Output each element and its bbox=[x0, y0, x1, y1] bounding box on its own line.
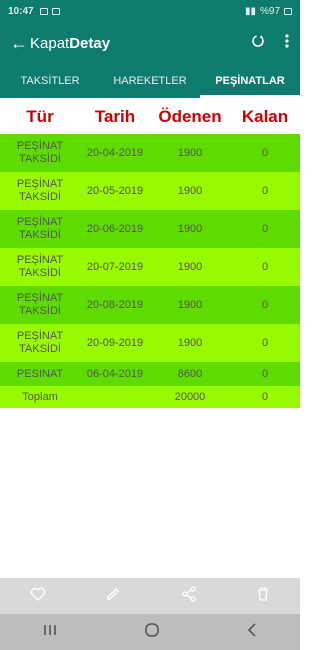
cell-odenen: 8600 bbox=[177, 367, 203, 380]
total-row: Toplam 20000 0 bbox=[0, 386, 300, 408]
cell-tarih: 20-09-2019 bbox=[86, 336, 144, 349]
cell-tur: PEŞİNAT TAKSİDİ bbox=[0, 172, 80, 210]
cell-tarih: 20-05-2019 bbox=[86, 184, 144, 197]
cell-kalan: 0 bbox=[261, 146, 269, 159]
header-tarih: Tarih bbox=[94, 106, 136, 126]
status-bar: 10:47 ▮▮ %97 bbox=[0, 0, 300, 22]
title-part-1: Kapat bbox=[30, 34, 70, 52]
cell-tur: PEŞİNAT TAKSİDİ bbox=[0, 324, 80, 362]
cell-tur-line2: TAKSİDİ bbox=[19, 229, 61, 241]
status-time: 10:47 bbox=[8, 5, 34, 17]
system-nav-bar bbox=[0, 614, 300, 650]
tab-hareketler[interactable]: HAREKETLER bbox=[100, 64, 200, 98]
cell-tarih: 20-04-2019 bbox=[86, 146, 144, 159]
cell-odenen: 1900 bbox=[177, 336, 203, 349]
bottom-action-bar bbox=[0, 578, 300, 614]
battery-icon bbox=[284, 7, 292, 15]
table-row[interactable]: PEŞİNAT TAKSİDİ 20-08-2019 1900 0 bbox=[0, 286, 300, 324]
cell-kalan: 0 bbox=[261, 260, 269, 273]
cell-tur-line1: PEŞİNAT bbox=[16, 140, 64, 152]
app-bar: ← KapatDetay bbox=[0, 22, 300, 64]
delete-icon[interactable] bbox=[256, 586, 270, 607]
table-row[interactable]: PEŞİNAT TAKSİDİ 20-04-2019 1900 0 bbox=[0, 134, 300, 172]
total-kalan: 0 bbox=[261, 390, 269, 403]
home-icon[interactable] bbox=[144, 622, 160, 642]
cell-tur-line1: PEŞİNAT bbox=[16, 292, 64, 304]
cell-kalan: 0 bbox=[261, 336, 269, 349]
cell-tur: PESINAT bbox=[16, 367, 64, 380]
pesinat-table: Tür Tarih Ödenen Kalan PEŞİNAT TAKSİDİ 20… bbox=[0, 98, 300, 408]
header-odenen: Ödenen bbox=[158, 106, 222, 126]
tab-taksitler[interactable]: TAKSİTLER bbox=[0, 64, 100, 98]
share-icon[interactable] bbox=[181, 585, 197, 607]
back-nav-icon[interactable] bbox=[247, 622, 257, 642]
recents-icon[interactable] bbox=[43, 623, 57, 641]
cell-tur-line1: PEŞİNAT bbox=[16, 254, 64, 266]
heart-icon[interactable] bbox=[30, 587, 46, 606]
cell-odenen: 1900 bbox=[177, 260, 203, 273]
cell-tarih: 20-06-2019 bbox=[86, 222, 144, 235]
cell-odenen: 1900 bbox=[177, 184, 203, 197]
cell-tur-line2: TAKSİDİ bbox=[19, 153, 61, 165]
total-label: Toplam bbox=[22, 390, 58, 403]
cell-tur: PEŞİNAT TAKSİDİ bbox=[0, 210, 80, 248]
status-right: ▮▮ %97 bbox=[245, 6, 292, 17]
tab-pesinatlar[interactable]: PEŞİNATLAR bbox=[200, 64, 300, 98]
cell-tur-line1: PEŞİNAT bbox=[16, 330, 64, 342]
total-empty bbox=[80, 386, 150, 408]
header-kalan: Kalan bbox=[241, 106, 289, 126]
screen-title: KapatDetay bbox=[30, 35, 110, 52]
cell-kalan: 0 bbox=[261, 367, 269, 380]
cell-kalan: 0 bbox=[261, 222, 269, 235]
table-row[interactable]: PEŞİNAT TAKSİDİ 20-09-2019 1900 0 bbox=[0, 324, 300, 362]
cell-tur: PEŞİNAT TAKSİDİ bbox=[0, 248, 80, 286]
cell-tur: PEŞİNAT TAKSİDİ bbox=[0, 286, 80, 324]
cell-tur-line2: TAKSİDİ bbox=[19, 343, 61, 355]
cell-tarih: 06-04-2019 bbox=[86, 367, 144, 380]
gallery-icon bbox=[51, 7, 60, 15]
battery-percent: %97 bbox=[259, 5, 280, 17]
notification-icons bbox=[39, 7, 60, 15]
cell-kalan: 0 bbox=[261, 184, 269, 197]
cell-tur-line1: PEŞİNAT bbox=[16, 178, 64, 190]
table-row[interactable]: PEŞİNAT TAKSİDİ 20-05-2019 1900 0 bbox=[0, 172, 300, 210]
more-vert-icon[interactable] bbox=[284, 33, 290, 54]
cell-tur-line2: TAKSİDİ bbox=[19, 191, 61, 203]
cell-odenen: 1900 bbox=[177, 222, 203, 235]
cell-tur-line2: TAKSİDİ bbox=[19, 267, 61, 279]
total-odenen: 20000 bbox=[174, 390, 206, 403]
title-part-2: Detay bbox=[69, 34, 111, 52]
cell-tur-line1: PEŞİNAT bbox=[16, 216, 64, 228]
table-row[interactable]: PESINAT 06-04-2019 8600 0 bbox=[0, 362, 300, 386]
edit-icon[interactable] bbox=[105, 586, 121, 607]
cell-tur: PEŞİNAT TAKSİDİ bbox=[0, 134, 80, 172]
cell-odenen: 1900 bbox=[177, 298, 203, 311]
back-arrow-icon[interactable]: ← bbox=[10, 33, 28, 54]
app-bar-actions bbox=[250, 33, 290, 54]
cell-odenen: 1900 bbox=[177, 146, 203, 159]
tab-bar: TAKSİTLER HAREKETLER PEŞİNATLAR bbox=[0, 64, 300, 98]
table-header: Tür Tarih Ödenen Kalan bbox=[0, 98, 300, 134]
cell-tur-line2: TAKSİDİ bbox=[19, 305, 61, 317]
table-row[interactable]: PEŞİNAT TAKSİDİ 20-06-2019 1900 0 bbox=[0, 210, 300, 248]
signal-icon: ▮▮ bbox=[244, 5, 256, 17]
refresh-icon[interactable] bbox=[250, 33, 266, 54]
cell-tarih: 20-08-2019 bbox=[86, 298, 144, 311]
header-tur: Tür bbox=[26, 106, 54, 126]
cell-kalan: 0 bbox=[261, 298, 269, 311]
cell-tarih: 20-07-2019 bbox=[86, 260, 144, 273]
notification-icon bbox=[39, 7, 48, 15]
table-row[interactable]: PEŞİNAT TAKSİDİ 20-07-2019 1900 0 bbox=[0, 248, 300, 286]
